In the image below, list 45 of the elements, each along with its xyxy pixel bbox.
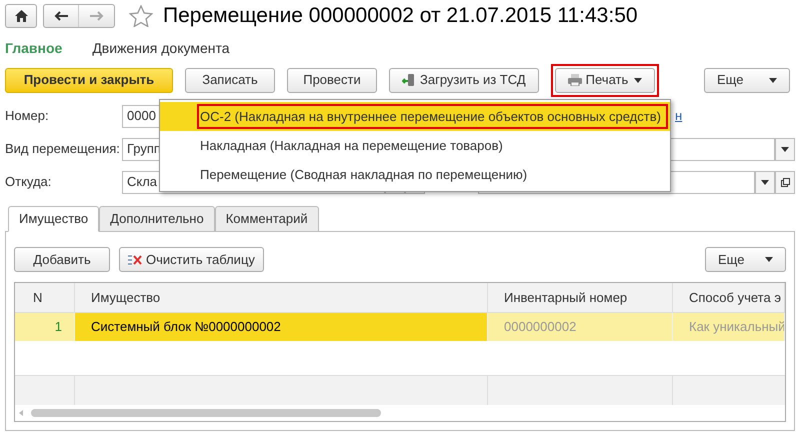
window-title: Перемещение 000000002 от 21.07.2015 11:43:50 <box>163 3 638 30</box>
column-header: Инвентарный номер <box>488 283 673 312</box>
table-cell: Системный блок №0000000002 <box>75 313 488 341</box>
column-header: Имущество <box>75 283 488 312</box>
add-button[interactable]: Добавить <box>14 247 110 272</box>
import-button[interactable]: Загрузить из ТСД <box>389 68 539 92</box>
number-link[interactable]: н <box>675 106 682 126</box>
star-icon[interactable] <box>129 5 153 27</box>
toolbar-button[interactable]: Провести <box>287 68 377 92</box>
field-label: Откуда: <box>5 173 52 192</box>
print-button[interactable]: Печать <box>554 68 655 92</box>
field-label: Вид перемещения: <box>5 140 121 158</box>
more-button[interactable]: Еще <box>705 247 786 272</box>
caret-icon <box>761 180 769 184</box>
caret-icon <box>765 257 773 262</box>
column-header: Способ учета э <box>673 283 785 312</box>
home-button[interactable] <box>5 4 37 28</box>
section-link[interactable]: Движения документа <box>92 38 230 58</box>
clear-table-button[interactable]: Очистить таблицу <box>119 247 264 272</box>
caret-icon <box>769 78 777 82</box>
forward-arrow-icon <box>90 11 104 21</box>
caret-icon <box>781 146 789 152</box>
menu-item[interactable]: Перемещение (Сводная накладная по перемещению) <box>160 160 670 189</box>
dropdown-button[interactable] <box>755 170 775 194</box>
tab[interactable]: Комментарий <box>214 206 319 232</box>
column-header: N <box>15 283 75 312</box>
printer-icon <box>568 74 582 86</box>
back-arrow-icon <box>54 11 68 21</box>
clear-list-icon <box>128 254 142 264</box>
menu-item[interactable]: ОС-2 (Накладная на внутреннее перемещение объектов основных средств) <box>160 102 670 131</box>
toolbar-button[interactable]: Записать <box>185 68 275 92</box>
field-label: Номер: <box>5 107 50 126</box>
home-icon <box>14 10 28 22</box>
dropdown-button[interactable] <box>775 138 795 160</box>
caret-icon <box>634 78 642 82</box>
post-and-close-button[interactable]: Провести и закрыть <box>5 68 173 92</box>
tab[interactable]: Дополнительно <box>99 206 215 232</box>
open-button[interactable] <box>775 170 795 194</box>
more-button[interactable]: Еще <box>704 68 790 92</box>
open-icon <box>780 178 790 186</box>
tab[interactable]: Имущество <box>8 206 100 232</box>
menu-item[interactable]: Накладная (Накладная на перемещение товаров) <box>160 131 670 160</box>
scanner-icon <box>402 73 416 87</box>
table-cell: 0000000002 <box>488 313 673 341</box>
section-link[interactable]: Главное <box>5 38 62 58</box>
